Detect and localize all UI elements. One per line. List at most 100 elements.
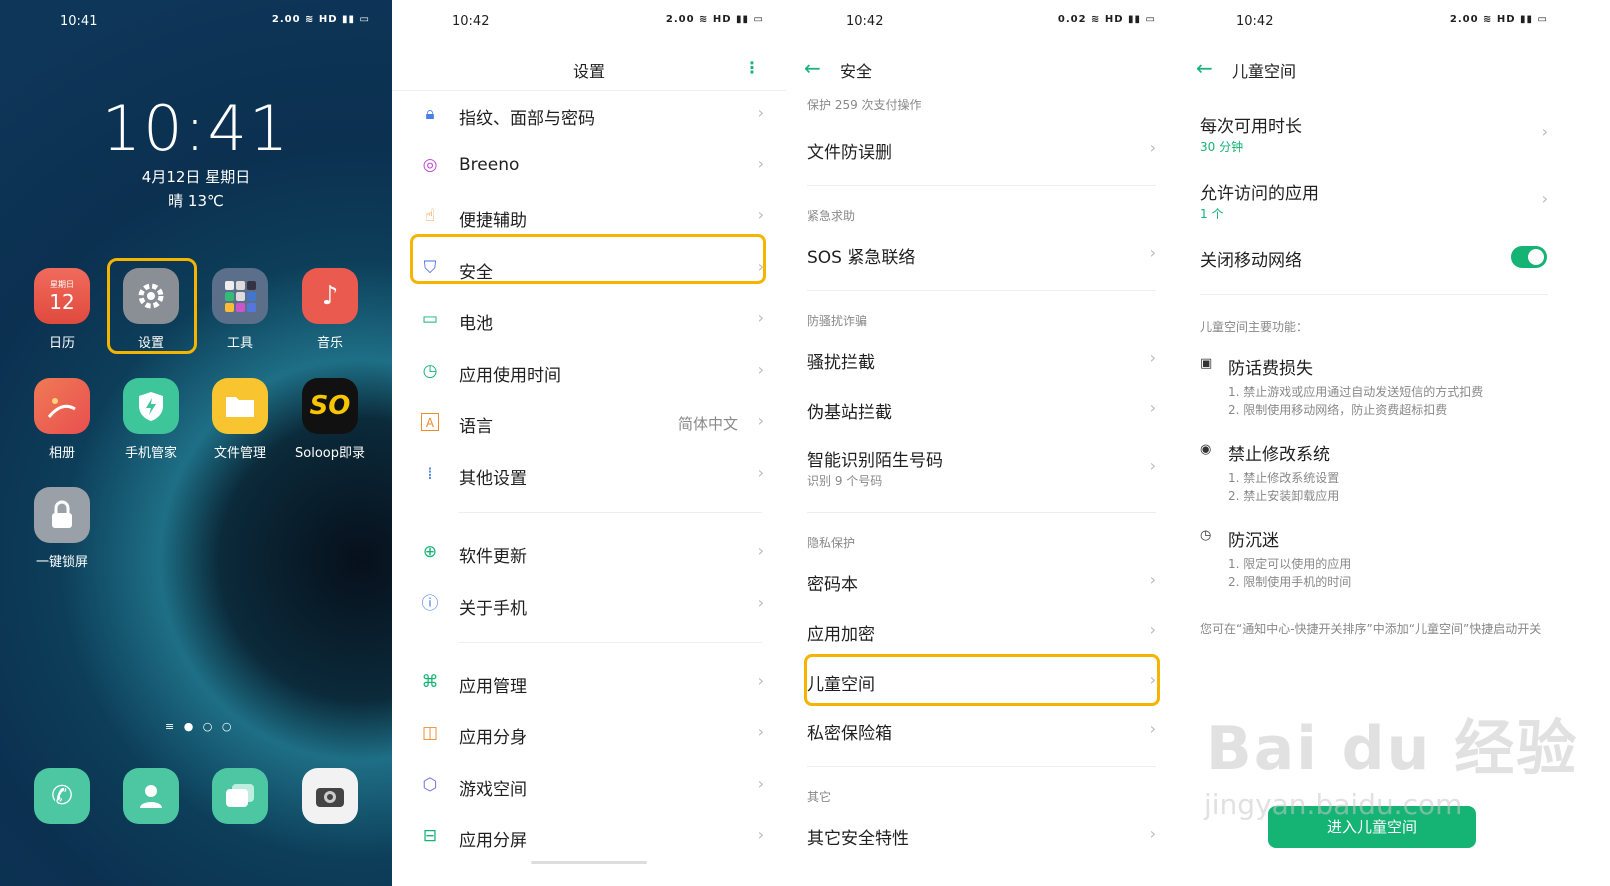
- watermark-url: jingyan.baidu.com: [1204, 788, 1463, 821]
- divider: [392, 90, 786, 91]
- back-arrow-icon[interactable]: ←: [804, 56, 821, 80]
- feature-title: 防沉迷: [1228, 531, 1279, 551]
- security-item-password-book[interactable]: 密码本 ›: [786, 561, 1178, 601]
- game-icon: ⬡: [422, 775, 438, 795]
- settings-item-label: 应用使用时间: [459, 366, 561, 386]
- feature-line: 1. 禁止修改系统设置: [1228, 471, 1340, 485]
- features-title: 儿童空间主要功能：: [1200, 320, 1309, 334]
- status-time: 10:41: [60, 14, 98, 29]
- highlight-security: [410, 234, 766, 284]
- chevron-right-icon: ›: [757, 308, 764, 327]
- feature-title: 防话费损失: [1228, 359, 1313, 379]
- chevron-right-icon: ›: [757, 774, 764, 793]
- status-time: 10:42: [452, 14, 490, 29]
- clock-icon: ◷: [422, 361, 438, 381]
- chevron-right-icon: ›: [757, 103, 764, 122]
- settings-item-fingerprint[interactable]: 🔒︎ 指纹、面部与密码 ›: [392, 94, 786, 138]
- music-note-icon: ♪: [302, 268, 358, 324]
- app-one-key-lock[interactable]: 一键锁屏: [19, 487, 105, 570]
- payment-protect-row: 保护 259 次支付操作: [786, 94, 1178, 114]
- dock-messages[interactable]: [197, 768, 283, 832]
- back-arrow-icon[interactable]: ←: [1196, 56, 1213, 80]
- page-title: 设置: [572, 62, 605, 81]
- settings-item-label: 软件更新: [459, 547, 527, 567]
- page-indicator[interactable]: ≡ ● ○ ○: [165, 720, 235, 733]
- kids-space-panel: 10:42 2.00 ≋ HD ▮▮ ▭ ← 儿童空间 每次可用时长 30 分钟…: [1178, 0, 1610, 886]
- app-soloop[interactable]: SO Soloop即录: [287, 378, 373, 461]
- settings-item-label: 游戏空间: [459, 780, 527, 800]
- settings-item-label: 应用分屏: [459, 831, 527, 851]
- security-item-label: 智能识别陌生号码: [807, 451, 943, 471]
- security-item-label: 文件防误删: [807, 143, 892, 163]
- clone-icon: ◫: [421, 723, 439, 743]
- app-calendar[interactable]: 星期日 12 日历: [19, 268, 105, 351]
- security-item-smart-id[interactable]: 智能识别陌生号码 识别 9 个号码 ›: [786, 440, 1178, 494]
- dock-contacts[interactable]: [108, 768, 194, 832]
- chevron-right-icon: ›: [757, 541, 764, 560]
- split-screen-icon: ⊟: [422, 826, 438, 846]
- security-item-harass-block[interactable]: 骚扰拦截 ›: [786, 339, 1178, 379]
- language-icon: A: [421, 413, 439, 431]
- settings-item-split-screen[interactable]: ⊟ 应用分屏 ›: [392, 816, 786, 860]
- divider: [458, 512, 762, 513]
- security-item-sos[interactable]: SOS 紧急联络 ›: [786, 234, 1178, 274]
- chevron-right-icon: ›: [1149, 824, 1156, 843]
- security-item-fake-station[interactable]: 伪基站拦截 ›: [786, 388, 1178, 428]
- chevron-right-icon: ›: [757, 205, 764, 224]
- settings-item-game-space[interactable]: ⬡ 游戏空间 ›: [392, 765, 786, 809]
- security-item-app-lock[interactable]: 应用加密 ›: [786, 610, 1178, 650]
- settings-item-battery[interactable]: ▭ 电池 ›: [392, 299, 786, 343]
- chevron-right-icon: ›: [757, 671, 764, 690]
- security-item-private-safe[interactable]: 私密保险箱 ›: [786, 710, 1178, 750]
- settings-item-about-phone[interactable]: ⓘ 关于手机 ›: [392, 584, 786, 628]
- camera-icon: [302, 768, 358, 824]
- home-indicator[interactable]: [531, 861, 647, 864]
- phone-bill-icon: ▣: [1200, 356, 1213, 371]
- home-weather: 晴 13℃: [168, 192, 224, 210]
- chevron-right-icon: ›: [1149, 570, 1156, 589]
- settings-item-software-update[interactable]: ⊕ 软件更新 ›: [392, 532, 786, 576]
- settings-item-breeno[interactable]: ◎ Breeno ›: [392, 145, 786, 189]
- chevron-right-icon: ›: [1149, 348, 1156, 367]
- highlight-settings: [107, 258, 197, 354]
- dock-phone[interactable]: ✆: [19, 768, 105, 832]
- feature-line: 1. 限定可以使用的应用: [1228, 557, 1352, 571]
- duration-value: 30 分钟: [1200, 140, 1244, 154]
- chevron-right-icon: ›: [757, 360, 764, 379]
- status-icons: 2.00 ≋ HD ▮▮ ▭: [1449, 14, 1548, 25]
- feature-line: 1. 禁止游戏或应用通过自动发送短信的方式扣费: [1228, 385, 1484, 399]
- watermark-logo: Bai du 经验: [1206, 714, 1579, 784]
- settings-item-app-management[interactable]: ⌘ 应用管理 ›: [392, 662, 786, 706]
- status-bar: 10:42 2.00 ≋ HD ▮▮ ▭: [1178, 12, 1610, 32]
- smart-id-count: 识别 9 个号码: [807, 474, 883, 488]
- settings-item-app-usage[interactable]: ◷ 应用使用时间 ›: [392, 351, 786, 395]
- security-item-other-features[interactable]: 其它安全特性 ›: [786, 815, 1178, 855]
- status-bar: 10:41 2.00 ≋ HD ▮▮ ▭: [0, 12, 392, 32]
- app-tools[interactable]: 工具: [197, 268, 283, 351]
- app-label: 相册: [48, 446, 75, 461]
- dock-camera[interactable]: [287, 768, 373, 832]
- tools-folder-icon: [212, 268, 268, 324]
- status-icons: 0.02 ≋ HD ▮▮ ▭: [1057, 14, 1156, 25]
- settings-item-label: 关于手机: [459, 599, 527, 619]
- app-file-manager[interactable]: 文件管理: [197, 378, 283, 461]
- update-icon: ⊕: [422, 542, 438, 562]
- kids-duration-row[interactable]: 每次可用时长 30 分钟 ›: [1178, 108, 1570, 158]
- mobile-data-toggle[interactable]: [1511, 246, 1547, 268]
- app-gallery[interactable]: 相册: [19, 378, 105, 461]
- kids-apps-row[interactable]: 允许访问的应用 1 个 ›: [1178, 175, 1570, 225]
- app-phone-manager[interactable]: 手机管家: [108, 378, 194, 461]
- app-music[interactable]: ♪ 音乐: [287, 268, 373, 351]
- divider: [807, 766, 1156, 767]
- more-options-icon[interactable]: ⋮: [744, 58, 760, 77]
- settings-item-other[interactable]: ⁞ 其他设置 ›: [392, 454, 786, 498]
- duration-label: 每次可用时长: [1200, 117, 1302, 137]
- security-item-file-protect[interactable]: 文件防误删 ›: [786, 128, 1178, 168]
- settings-item-label: 语言: [459, 417, 493, 437]
- settings-item-label: Breeno: [459, 155, 520, 175]
- home-clock: 10:41: [101, 92, 291, 165]
- settings-item-language[interactable]: A 语言 简体中文 ›: [392, 402, 786, 446]
- chevron-right-icon: ›: [757, 593, 764, 612]
- settings-item-app-clone[interactable]: ◫ 应用分身 ›: [392, 713, 786, 757]
- feature-title: 禁止修改系统: [1228, 445, 1330, 465]
